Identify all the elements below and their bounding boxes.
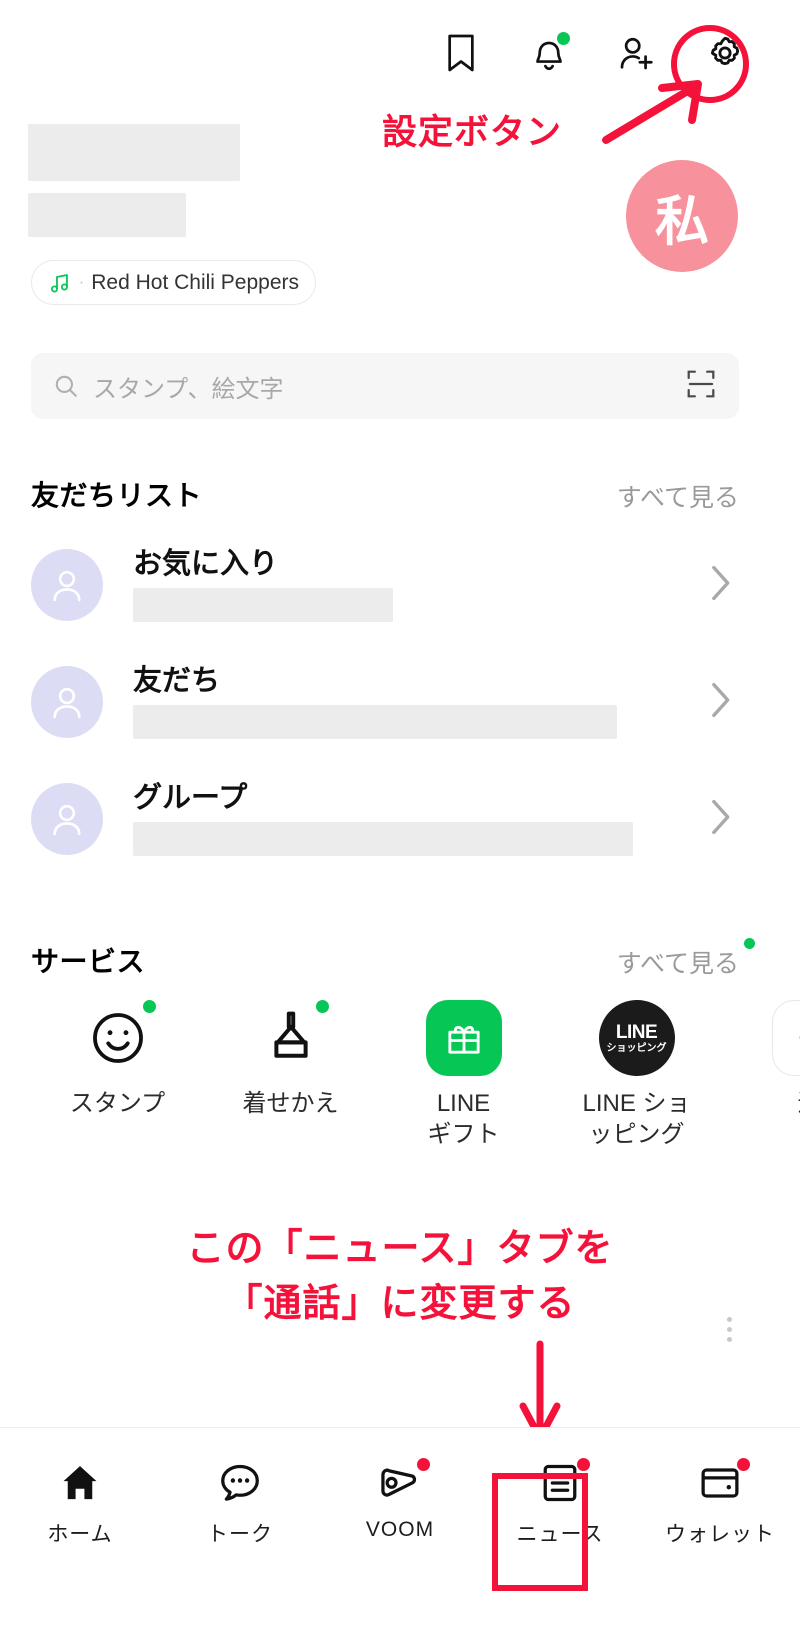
list-item-subtitle-redacted: [133, 822, 633, 857]
bell-notification-badge: [557, 32, 570, 45]
news-badge: [577, 1458, 590, 1471]
service-item-label: 追: [735, 1088, 800, 1119]
service-item-line-shopping[interactable]: LINE ショッピング LINE ショ ッピング: [550, 1000, 723, 1150]
sticker-badge: [142, 1000, 156, 1013]
nav-item-talk[interactable]: トーク: [160, 1458, 320, 1548]
music-separator: ·: [78, 273, 85, 291]
services-grid: スタンプ 着せかえ LINE ギフト LINE ショッピング LINE ショ ッ…: [31, 1000, 800, 1150]
music-title: Red Hot Chili Peppers: [91, 270, 299, 294]
service-label-line1: LINE ショ: [582, 1090, 691, 1117]
service-label-line2: ギフト: [427, 1121, 500, 1149]
chevron-right-icon: [707, 563, 733, 608]
search-placeholder: スタンプ、絵文字: [93, 375, 284, 403]
nav-item-wallet[interactable]: ウォレット: [640, 1458, 800, 1548]
service-item-label: スタンプ: [69, 1090, 166, 1117]
service-label-line1: LINE: [436, 1090, 491, 1117]
news-annotation-line1: この「ニュース」タブを: [186, 1228, 614, 1270]
list-item-subtitle-redacted: [133, 705, 617, 740]
nav-item-label: トーク: [207, 1523, 273, 1546]
list-item-title: 友だち: [133, 664, 221, 697]
person-avatar: [31, 549, 103, 621]
search-icon: [55, 375, 77, 397]
service-item-label: 着せかえ: [242, 1090, 339, 1117]
person-avatar: [31, 783, 103, 855]
services-see-all-link[interactable]: すべて見る: [616, 938, 755, 980]
settings-annotation-label: 設定ボタン: [382, 113, 563, 152]
add-friend-icon[interactable]: [614, 30, 660, 76]
chevron-right-icon: [707, 680, 733, 725]
home-icon: [63, 1466, 97, 1500]
list-item-title: グループ: [133, 781, 248, 814]
services-see-all-label: すべて見る: [616, 950, 739, 978]
music-note-icon: [50, 273, 68, 292]
list-item[interactable]: お気に入り: [31, 535, 739, 635]
service-item-label: LINE ギフト: [389, 1088, 539, 1150]
search-bar[interactable]: スタンプ、絵文字: [31, 353, 739, 419]
friends-section-title: 友だちリスト: [31, 480, 203, 511]
settings-annotation-arrow: [602, 80, 702, 144]
services-section-header: サービス すべて見る: [31, 938, 755, 980]
list-item-title: お気に入り: [133, 547, 279, 580]
friends-see-all-link[interactable]: すべて見る: [617, 478, 739, 514]
bottom-navigation-bar: ホーム トーク VOOM ニュース ウォレット: [0, 1427, 800, 1627]
shopping-tile-text-2: ショッピング: [606, 1042, 667, 1054]
service-item-line-gift[interactable]: LINE ギフト: [377, 1000, 550, 1150]
chat-bubble-icon: [221, 1464, 259, 1501]
chevron-right-icon: [707, 797, 733, 842]
smiley-face-icon: [92, 1013, 143, 1063]
gift-icon: [425, 1000, 502, 1076]
wallet-icon: [701, 1468, 739, 1498]
voom-play-icon: [381, 1468, 417, 1497]
nav-item-home[interactable]: ホーム: [0, 1458, 160, 1548]
plus-icon: +: [771, 1000, 800, 1076]
person-avatar: [31, 666, 103, 738]
line-shopping-icon: LINE ショッピング: [598, 1000, 675, 1076]
profile-name-redacted: [28, 124, 240, 181]
news-tab-highlight-box: [492, 1473, 588, 1591]
profile-status-redacted: [28, 193, 186, 237]
voom-badge: [417, 1458, 430, 1471]
friends-section-header: 友だちリスト すべて見る: [31, 474, 739, 514]
service-item-sticker[interactable]: スタンプ: [31, 1000, 204, 1150]
service-item-add[interactable]: + 追: [723, 1000, 800, 1150]
service-label-line2: ッピング: [588, 1121, 685, 1149]
avatar-label: 私: [655, 191, 709, 252]
bell-icon[interactable]: [526, 30, 572, 76]
profile-avatar[interactable]: 私: [626, 160, 738, 272]
brush-icon: [273, 1011, 308, 1058]
shopping-tile-text-1: LINE: [615, 1021, 658, 1043]
list-item-subtitle-redacted: [133, 588, 393, 623]
more-options-icon[interactable]: [727, 1317, 732, 1342]
nav-item-label: ホーム: [47, 1523, 113, 1546]
nav-item-label: VOOM: [365, 1518, 435, 1541]
list-item[interactable]: 友だち: [31, 652, 739, 752]
list-item[interactable]: グループ: [31, 769, 739, 869]
theme-badge: [315, 1000, 329, 1013]
profile-music-pill[interactable]: · Red Hot Chili Peppers: [31, 260, 316, 305]
wallet-badge: [737, 1458, 750, 1471]
news-tab-annotation: この「ニュース」タブを 「通話」に変更する: [0, 1222, 800, 1332]
nav-item-label: ウォレット: [665, 1523, 775, 1546]
line-home-screen: 設定ボタン 私 · Red Hot Chili Peppers スタンプ、絵文字…: [0, 0, 800, 1627]
service-item-theme[interactable]: 着せかえ: [204, 1000, 377, 1150]
bookmark-icon[interactable]: [438, 30, 484, 76]
services-section-title: サービス: [31, 946, 146, 977]
service-item-label: LINE ショ ッピング: [562, 1088, 712, 1150]
services-see-all-badge: [744, 938, 755, 949]
qr-scan-icon[interactable]: [685, 368, 717, 405]
nav-item-voom[interactable]: VOOM: [320, 1458, 480, 1542]
news-annotation-line2: 「通話」に変更する: [224, 1283, 576, 1326]
